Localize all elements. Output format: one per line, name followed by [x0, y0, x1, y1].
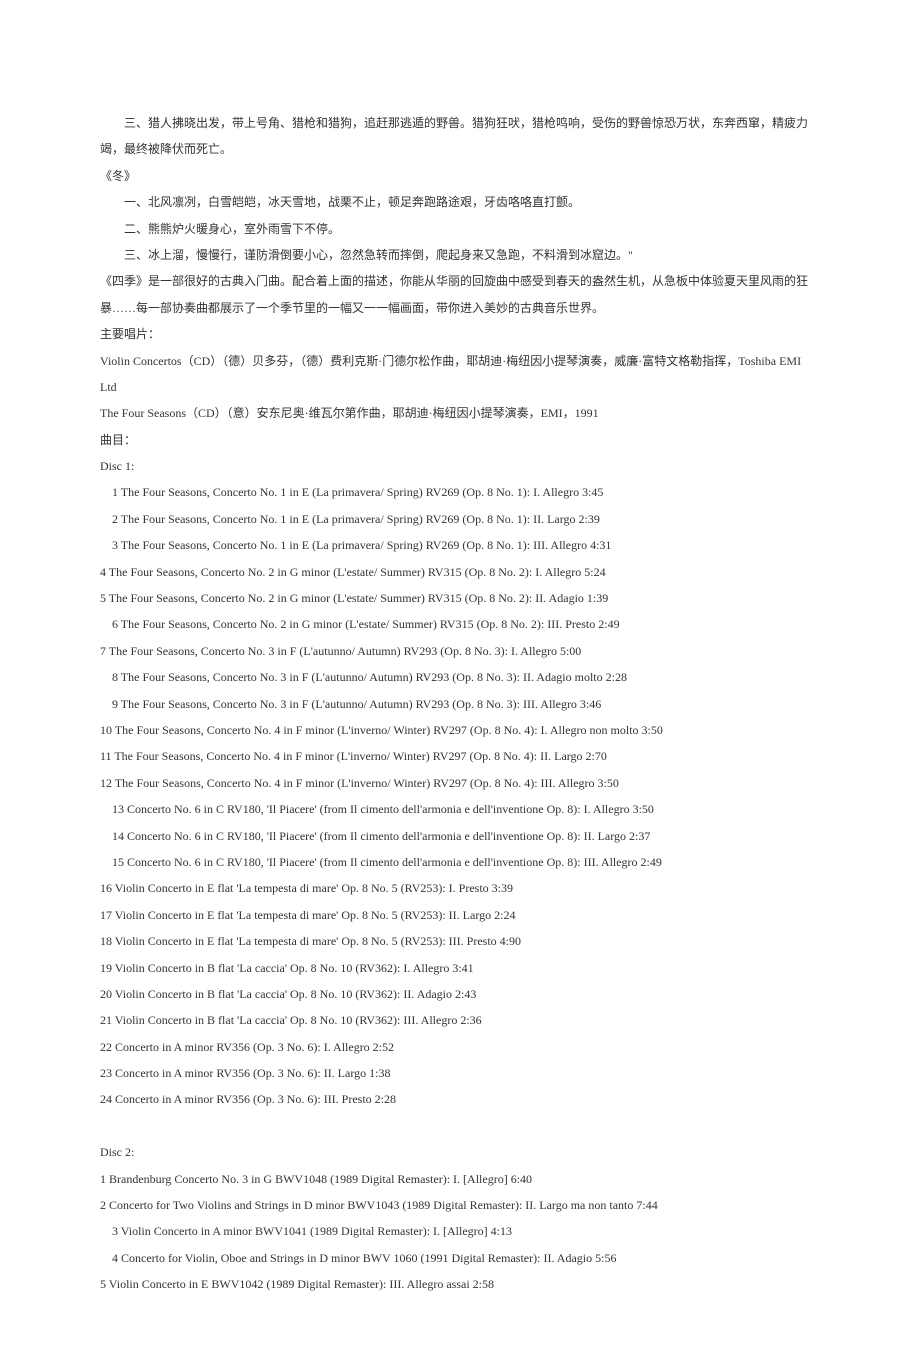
- track-item: 24 Concerto in A minor RV356 (Op. 3 No. …: [100, 1086, 820, 1112]
- track-item: 3 Violin Concerto in A minor BWV1041 (19…: [100, 1218, 820, 1244]
- track-item: 5 The Four Seasons, Concerto No. 2 in G …: [100, 585, 820, 611]
- track-item: 10 The Four Seasons, Concerto No. 4 in F…: [100, 717, 820, 743]
- disc1-title: Disc 1:: [100, 453, 820, 479]
- four-seasons-description: 《四季》是一部很好的古典入门曲。配合着上面的描述，你能从华丽的回旋曲中感受到春天…: [100, 268, 820, 321]
- track-item: 16 Violin Concerto in E flat 'La tempest…: [100, 875, 820, 901]
- track-item: 2 The Four Seasons, Concerto No. 1 in E …: [100, 506, 820, 532]
- disc2-title: Disc 2:: [100, 1139, 820, 1165]
- track-item: 1 Brandenburg Concerto No. 3 in G BWV104…: [100, 1166, 820, 1192]
- record-entry-1: Violin Concertos（CD）（德）贝多芬，（德）费利克斯·门德尔松作…: [100, 348, 820, 401]
- track-item: 3 The Four Seasons, Concerto No. 1 in E …: [100, 532, 820, 558]
- track-item: 15 Concerto No. 6 in C RV180, 'Il Piacer…: [100, 849, 820, 875]
- track-item: 4 Concerto for Violin, Oboe and Strings …: [100, 1245, 820, 1271]
- record-entry-2: The Four Seasons（CD）（意）安东尼奥·维瓦尔第作曲，耶胡迪·梅…: [100, 400, 820, 426]
- track-item: 4 The Four Seasons, Concerto No. 2 in G …: [100, 559, 820, 585]
- track-item: 20 Violin Concerto in B flat 'La caccia'…: [100, 981, 820, 1007]
- track-item: 11 The Four Seasons, Concerto No. 4 in F…: [100, 743, 820, 769]
- winter-paragraph-1: 一、北风凛冽，白雪皑皑，冰天雪地，战栗不止，顿足奔跑路途艰，牙齿咯咯直打颤。: [100, 189, 820, 215]
- document-page: 三、猎人拂晓出发，带上号角、猎枪和猎狗，追赶那逃遁的野兽。猎狗狂吠，猎枪鸣响，受…: [0, 0, 920, 1358]
- track-item: 5 Violin Concerto in E BWV1042 (1989 Dig…: [100, 1271, 820, 1297]
- track-item: 8 The Four Seasons, Concerto No. 3 in F …: [100, 664, 820, 690]
- disc1-track-list: 1 The Four Seasons, Concerto No. 1 in E …: [100, 479, 820, 1112]
- main-records-label: 主要唱片：: [100, 321, 820, 347]
- track-item: 9 The Four Seasons, Concerto No. 3 in F …: [100, 691, 820, 717]
- tracks-label: 曲目：: [100, 427, 820, 453]
- track-item: 13 Concerto No. 6 in C RV180, 'Il Piacer…: [100, 796, 820, 822]
- track-item: 17 Violin Concerto in E flat 'La tempest…: [100, 902, 820, 928]
- track-item: 1 The Four Seasons, Concerto No. 1 in E …: [100, 479, 820, 505]
- track-item: 23 Concerto in A minor RV356 (Op. 3 No. …: [100, 1060, 820, 1086]
- track-item: 6 The Four Seasons, Concerto No. 2 in G …: [100, 611, 820, 637]
- winter-paragraph-2: 二、熊熊炉火暖身心，室外雨雪下不停。: [100, 216, 820, 242]
- winter-title: 《冬》: [100, 163, 820, 189]
- disc2-track-list: 1 Brandenburg Concerto No. 3 in G BWV104…: [100, 1166, 820, 1298]
- track-item: 7 The Four Seasons, Concerto No. 3 in F …: [100, 638, 820, 664]
- winter-paragraph-3: 三、冰上溜，慢慢行，谨防滑倒要小心，忽然急转而摔倒，爬起身来又急跑，不料滑到冰窟…: [100, 242, 820, 268]
- track-item: 2 Concerto for Two Violins and Strings i…: [100, 1192, 820, 1218]
- track-item: 19 Violin Concerto in B flat 'La caccia'…: [100, 955, 820, 981]
- track-item: 21 Violin Concerto in B flat 'La caccia'…: [100, 1007, 820, 1033]
- track-item: 22 Concerto in A minor RV356 (Op. 3 No. …: [100, 1034, 820, 1060]
- track-item: 12 The Four Seasons, Concerto No. 4 in F…: [100, 770, 820, 796]
- track-item: 18 Violin Concerto in E flat 'La tempest…: [100, 928, 820, 954]
- track-item: 14 Concerto No. 6 in C RV180, 'Il Piacer…: [100, 823, 820, 849]
- autumn-paragraph-3: 三、猎人拂晓出发，带上号角、猎枪和猎狗，追赶那逃遁的野兽。猎狗狂吠，猎枪鸣响，受…: [100, 110, 820, 163]
